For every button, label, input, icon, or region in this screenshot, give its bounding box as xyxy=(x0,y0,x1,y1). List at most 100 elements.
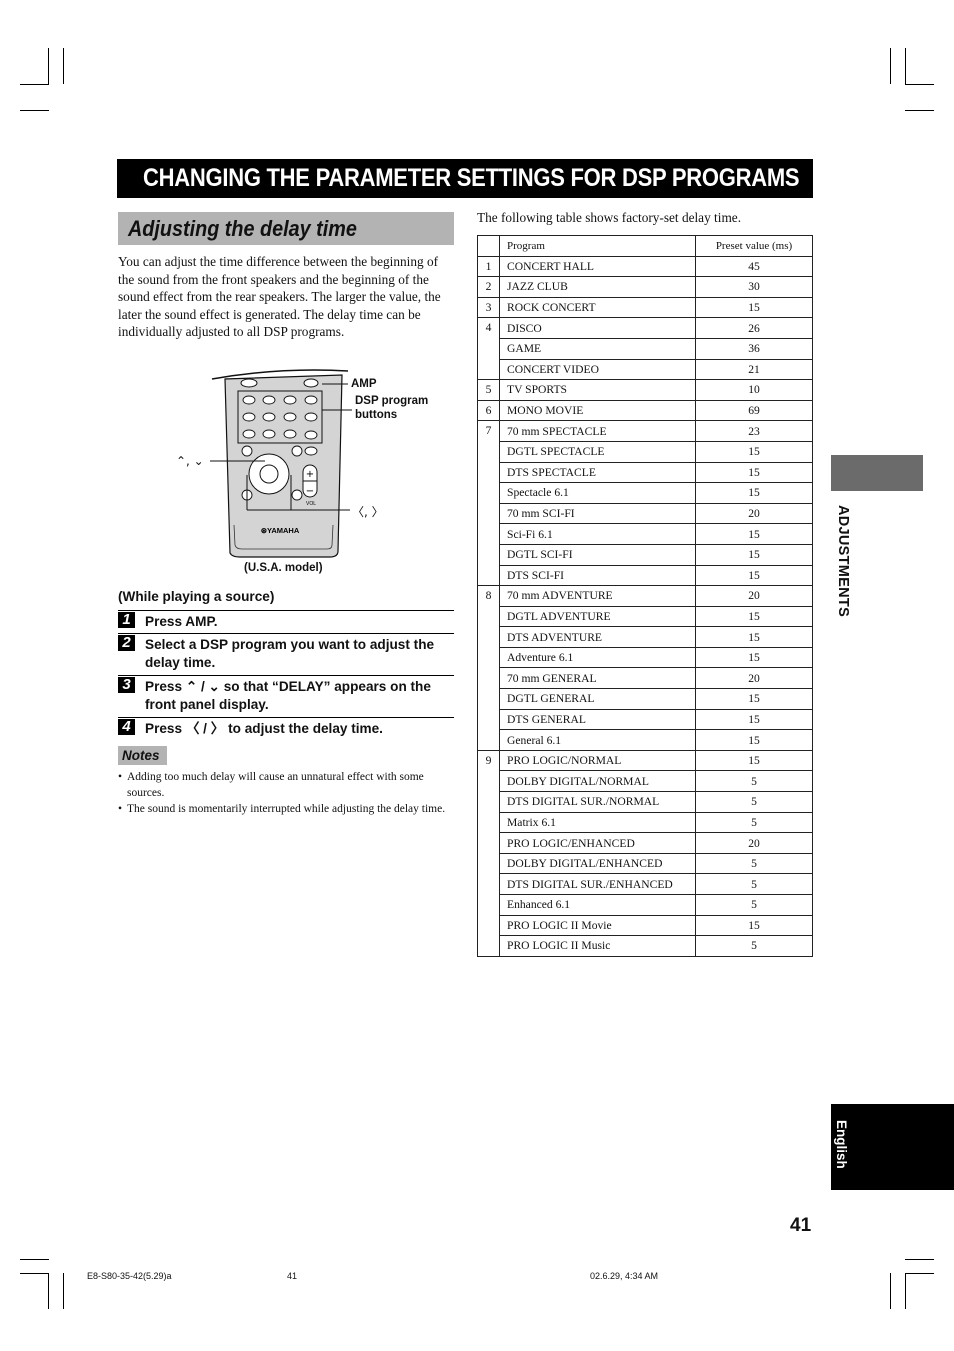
crop-mark xyxy=(48,1273,49,1309)
program-name: PRO LOGIC II Movie xyxy=(499,914,696,937)
table-row: CONCERT VIDEO 21 xyxy=(478,358,813,381)
preset-value: 5 xyxy=(695,770,813,793)
header-number xyxy=(477,235,500,257)
program-name: DTS SPECTACLE xyxy=(499,461,696,484)
preset-value: 15 xyxy=(695,461,813,484)
dsp-buttons-callout: DSP program buttons xyxy=(355,395,429,421)
table-row: PRO LOGIC II Music 5 xyxy=(478,935,813,957)
step-number: 2 xyxy=(118,635,135,651)
program-name: GAME xyxy=(499,337,696,360)
section-title: CHANGING THE PARAMETER SETTINGS FOR DSP … xyxy=(117,159,813,198)
figure-caption: (U.S.A. model) xyxy=(244,562,323,574)
preset-value: 5 xyxy=(695,811,813,834)
step-1: 1 Press AMP. xyxy=(118,610,454,631)
preset-value: 5 xyxy=(695,852,813,875)
preset-value: 15 xyxy=(695,749,813,772)
preset-value: 5 xyxy=(695,894,813,916)
header-preset-value: Preset value (ms) xyxy=(695,235,813,257)
svg-text:⊛YAMAHA: ⊛YAMAHA xyxy=(261,526,300,535)
table-row: DGTL ADVENTURE 15 xyxy=(478,605,813,628)
program-number: 5 xyxy=(477,379,500,401)
program-name: DTS ADVENTURE xyxy=(499,626,696,648)
crop-mark xyxy=(20,1259,49,1260)
program-number: 1 xyxy=(477,255,500,278)
svg-text:−: − xyxy=(306,486,314,497)
svg-text:+: + xyxy=(306,469,314,480)
table-row: DGTL SCI-FI 15 xyxy=(478,543,813,566)
table-row: DGTL GENERAL 15 xyxy=(478,688,813,710)
crop-mark xyxy=(48,48,49,84)
crop-mark xyxy=(20,1273,49,1274)
table-row: 1 CONCERT HALL 45 xyxy=(477,255,813,278)
crop-mark xyxy=(905,1259,934,1260)
crop-mark xyxy=(63,48,64,84)
step-number: 4 xyxy=(118,719,135,735)
program-name: ROCK CONCERT xyxy=(499,296,696,319)
preset-value: 36 xyxy=(695,337,813,360)
section-tab-marker xyxy=(831,455,923,491)
preset-value: 5 xyxy=(695,873,813,895)
crop-mark xyxy=(63,1273,64,1309)
program-number: 3 xyxy=(477,296,500,319)
preset-value: 45 xyxy=(695,255,813,278)
program-name: 70 mm SCI-FI xyxy=(499,502,696,525)
table-row: Adventure 6.1 15 xyxy=(478,646,813,669)
program-name: Matrix 6.1 xyxy=(499,811,696,834)
preset-value: 15 xyxy=(695,564,813,587)
section-title-text: CHANGING THE PARAMETER SETTINGS FOR DSP … xyxy=(143,164,800,192)
program-name: DTS GENERAL xyxy=(499,708,696,731)
step-text: Select a DSP program you want to adjust … xyxy=(145,637,435,670)
program-name: DTS DIGITAL SUR./ENHANCED xyxy=(499,873,696,895)
preset-value: 20 xyxy=(695,832,813,854)
table-row: DOLBY DIGITAL/NORMAL 5 xyxy=(478,770,813,793)
intro-paragraph: You can adjust the time difference betwe… xyxy=(118,254,441,340)
table-row: Spectacle 6.1 15 xyxy=(478,482,813,504)
program-number: 6 xyxy=(477,399,500,422)
table-row: 6 MONO MOVIE 69 xyxy=(477,399,813,422)
note-item: Adding too much delay will cause an unna… xyxy=(118,769,456,801)
table-row: 8 70 mm ADVENTURE 20 xyxy=(477,585,813,751)
subsection-title: Adjusting the delay time xyxy=(118,212,454,245)
step-4: 4 Press 〈 / 〉 to adjust the delay time. xyxy=(118,717,454,738)
table-row: 7 70 mm SPECTACLE 23 xyxy=(477,420,813,587)
program-name: CONCERT VIDEO xyxy=(499,358,696,381)
footer-file-code: E8-S80-35-42(5.29)a xyxy=(87,1271,172,1281)
program-number: 7 xyxy=(477,420,500,587)
table-row: DGTL SPECTACLE 15 xyxy=(478,440,813,463)
preset-value: 20 xyxy=(695,585,813,607)
program-name: Enhanced 6.1 xyxy=(499,894,696,916)
svg-text:VOL: VOL xyxy=(306,501,316,507)
table-row: DTS DIGITAL SUR./NORMAL 5 xyxy=(478,791,813,813)
preset-value: 15 xyxy=(695,646,813,669)
table-row: 70 mm SCI-FI 20 xyxy=(478,502,813,525)
program-name: DTS SCI-FI xyxy=(499,564,696,587)
program-name: DTS DIGITAL SUR./NORMAL xyxy=(499,791,696,813)
left-right-callout: 〈, 〉 xyxy=(352,505,384,519)
table-row: Sci-Fi 6.1 15 xyxy=(478,523,813,545)
table-caption: The following table shows factory-set de… xyxy=(477,210,742,225)
preset-value: 15 xyxy=(695,626,813,648)
crop-mark xyxy=(905,48,906,84)
table-row: DTS ADVENTURE 15 xyxy=(478,626,813,648)
preset-value: 20 xyxy=(695,667,813,690)
preset-value: 30 xyxy=(695,276,813,298)
notes-heading: Notes xyxy=(118,746,167,765)
crop-mark xyxy=(905,1273,906,1309)
preset-value: 21 xyxy=(695,358,813,381)
preset-value: 26 xyxy=(695,317,813,339)
table-row: DOLBY DIGITAL/ENHANCED 5 xyxy=(478,852,813,875)
language-tab xyxy=(831,1104,954,1190)
table-row: 3 ROCK CONCERT 15 xyxy=(477,296,813,319)
preset-value: 10 xyxy=(695,379,813,401)
step-2: 2 Select a DSP program you want to adjus… xyxy=(118,633,454,672)
remote-figure: + − VOL ⊛YAMAHA AMP DSP program buttons … xyxy=(170,365,440,580)
table-row: General 6.1 15 xyxy=(478,729,813,751)
program-name: 70 mm ADVENTURE xyxy=(499,585,696,607)
page-number: 41 xyxy=(790,1215,812,1236)
preset-value: 23 xyxy=(695,420,813,442)
step-text: Press AMP. xyxy=(145,614,218,629)
header-program: Program xyxy=(499,235,696,257)
program-name: MONO MOVIE xyxy=(499,399,696,422)
note-item: The sound is momentarily interrupted whi… xyxy=(118,801,456,817)
step-text: Press 〈 / 〉 to adjust the delay time. xyxy=(145,721,383,736)
